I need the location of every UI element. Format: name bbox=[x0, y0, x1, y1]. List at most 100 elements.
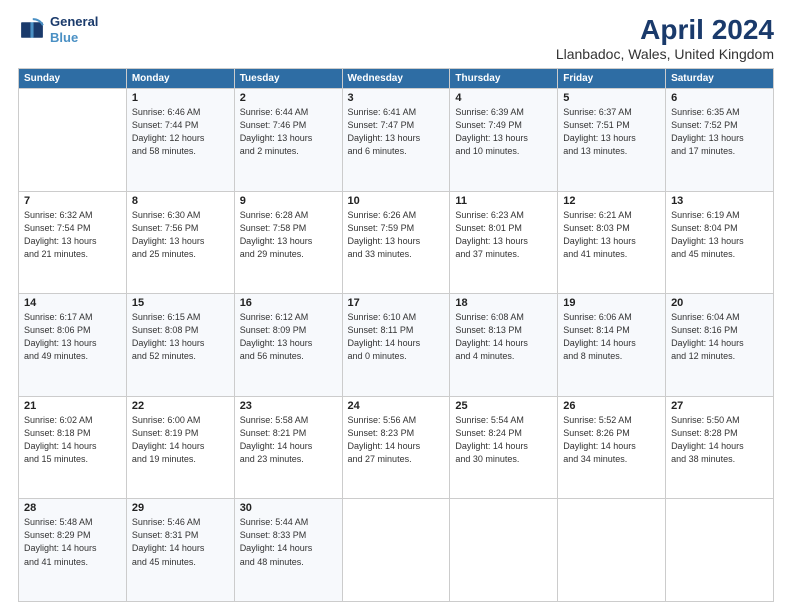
day-cell: 22 Sunrise: 6:00 AMSunset: 8:19 PMDayligh… bbox=[126, 396, 234, 499]
day-number: 19 bbox=[563, 297, 660, 309]
day-info: Sunrise: 6:23 AMSunset: 8:01 PMDaylight:… bbox=[455, 209, 552, 261]
day-cell: 24 Sunrise: 5:56 AMSunset: 8:23 PMDayligh… bbox=[342, 396, 450, 499]
day-info: Sunrise: 6:44 AMSunset: 7:46 PMDaylight:… bbox=[240, 106, 337, 158]
day-number: 21 bbox=[24, 400, 121, 412]
logo-icon bbox=[18, 16, 46, 44]
day-info: Sunrise: 6:26 AMSunset: 7:59 PMDaylight:… bbox=[348, 209, 445, 261]
main-title: April 2024 bbox=[556, 14, 774, 46]
day-info: Sunrise: 6:12 AMSunset: 8:09 PMDaylight:… bbox=[240, 311, 337, 363]
day-info: Sunrise: 6:41 AMSunset: 7:47 PMDaylight:… bbox=[348, 106, 445, 158]
day-info: Sunrise: 6:46 AMSunset: 7:44 PMDaylight:… bbox=[132, 106, 229, 158]
day-cell: 16Sunrise: 6:12 AMSunset: 8:09 PMDayligh… bbox=[234, 294, 342, 397]
day-cell: 19 Sunrise: 6:06 AMSunset: 8:14 PMDayligh… bbox=[558, 294, 666, 397]
day-cell: 10 Sunrise: 6:26 AMSunset: 7:59 PMDayligh… bbox=[342, 191, 450, 294]
week-row-3: 14 Sunrise: 6:17 AMSunset: 8:06 PMDayligh… bbox=[19, 294, 774, 397]
subtitle: Llanbadoc, Wales, United Kingdom bbox=[556, 46, 774, 62]
day-info: Sunrise: 6:30 AMSunset: 7:56 PMDaylight:… bbox=[132, 209, 229, 261]
day-cell: 5 Sunrise: 6:37 AMSunset: 7:51 PMDaylight… bbox=[558, 89, 666, 192]
day-cell: 1 Sunrise: 6:46 AMSunset: 7:44 PMDaylight… bbox=[126, 89, 234, 192]
day-cell: 4Sunrise: 6:39 AMSunset: 7:49 PMDaylight… bbox=[450, 89, 558, 192]
day-number: 28 bbox=[24, 502, 121, 514]
day-info: Sunrise: 6:35 AMSunset: 7:52 PMDaylight:… bbox=[671, 106, 768, 158]
day-number: 17 bbox=[348, 297, 445, 309]
day-cell bbox=[342, 499, 450, 602]
day-cell: 6 Sunrise: 6:35 AMSunset: 7:52 PMDaylight… bbox=[666, 89, 774, 192]
day-cell: 9 Sunrise: 6:28 AMSunset: 7:58 PMDaylight… bbox=[234, 191, 342, 294]
week-row-4: 21 Sunrise: 6:02 AMSunset: 8:18 PMDayligh… bbox=[19, 396, 774, 499]
day-cell: 8Sunrise: 6:30 AMSunset: 7:56 PMDaylight… bbox=[126, 191, 234, 294]
day-info: Sunrise: 5:54 AMSunset: 8:24 PMDaylight:… bbox=[455, 414, 552, 466]
day-number: 3 bbox=[348, 92, 445, 104]
day-number: 20 bbox=[671, 297, 768, 309]
logo-line1: General bbox=[50, 14, 98, 30]
day-number: 4 bbox=[455, 92, 552, 104]
day-number: 1 bbox=[132, 92, 229, 104]
day-cell: 26 Sunrise: 5:52 AMSunset: 8:26 PMDayligh… bbox=[558, 396, 666, 499]
day-number: 24 bbox=[348, 400, 445, 412]
day-info: Sunrise: 5:44 AMSunset: 8:33 PMDaylight:… bbox=[240, 516, 337, 568]
header-cell-sunday: Sunday bbox=[19, 69, 127, 89]
day-number: 6 bbox=[671, 92, 768, 104]
day-number: 26 bbox=[563, 400, 660, 412]
day-number: 2 bbox=[240, 92, 337, 104]
day-info: Sunrise: 6:19 AMSunset: 8:04 PMDaylight:… bbox=[671, 209, 768, 261]
title-block: April 2024 Llanbadoc, Wales, United King… bbox=[556, 14, 774, 62]
day-cell: 25 Sunrise: 5:54 AMSunset: 8:24 PMDayligh… bbox=[450, 396, 558, 499]
day-number: 14 bbox=[24, 297, 121, 309]
day-number: 18 bbox=[455, 297, 552, 309]
header: General Blue April 2024 Llanbadoc, Wales… bbox=[18, 14, 774, 62]
logo: General Blue bbox=[18, 14, 98, 45]
day-info: Sunrise: 5:52 AMSunset: 8:26 PMDaylight:… bbox=[563, 414, 660, 466]
day-info: Sunrise: 6:02 AMSunset: 8:18 PMDaylight:… bbox=[24, 414, 121, 466]
week-row-2: 7Sunrise: 6:32 AMSunset: 7:54 PMDaylight… bbox=[19, 191, 774, 294]
day-cell: 18 Sunrise: 6:08 AMSunset: 8:13 PMDayligh… bbox=[450, 294, 558, 397]
day-cell: 28 Sunrise: 5:48 AMSunset: 8:29 PMDayligh… bbox=[19, 499, 127, 602]
day-cell bbox=[450, 499, 558, 602]
day-info: Sunrise: 6:00 AMSunset: 8:19 PMDaylight:… bbox=[132, 414, 229, 466]
day-info: Sunrise: 6:37 AMSunset: 7:51 PMDaylight:… bbox=[563, 106, 660, 158]
day-cell: 3 Sunrise: 6:41 AMSunset: 7:47 PMDaylight… bbox=[342, 89, 450, 192]
page: General Blue April 2024 Llanbadoc, Wales… bbox=[0, 0, 792, 612]
day-info: Sunrise: 5:50 AMSunset: 8:28 PMDaylight:… bbox=[671, 414, 768, 466]
day-info: Sunrise: 6:06 AMSunset: 8:14 PMDaylight:… bbox=[563, 311, 660, 363]
day-cell: 23 Sunrise: 5:58 AMSunset: 8:21 PMDayligh… bbox=[234, 396, 342, 499]
day-number: 10 bbox=[348, 195, 445, 207]
day-number: 12 bbox=[563, 195, 660, 207]
calendar-table: SundayMondayTuesdayWednesdayThursdayFrid… bbox=[18, 68, 774, 602]
day-cell: 2 Sunrise: 6:44 AMSunset: 7:46 PMDaylight… bbox=[234, 89, 342, 192]
header-cell-thursday: Thursday bbox=[450, 69, 558, 89]
day-info: Sunrise: 6:04 AMSunset: 8:16 PMDaylight:… bbox=[671, 311, 768, 363]
day-cell: 27 Sunrise: 5:50 AMSunset: 8:28 PMDayligh… bbox=[666, 396, 774, 499]
header-cell-wednesday: Wednesday bbox=[342, 69, 450, 89]
day-info: Sunrise: 6:08 AMSunset: 8:13 PMDaylight:… bbox=[455, 311, 552, 363]
day-cell bbox=[666, 499, 774, 602]
day-number: 23 bbox=[240, 400, 337, 412]
day-info: Sunrise: 5:56 AMSunset: 8:23 PMDaylight:… bbox=[348, 414, 445, 466]
day-cell bbox=[19, 89, 127, 192]
week-row-1: 1 Sunrise: 6:46 AMSunset: 7:44 PMDaylight… bbox=[19, 89, 774, 192]
day-cell: 13Sunrise: 6:19 AMSunset: 8:04 PMDayligh… bbox=[666, 191, 774, 294]
day-info: Sunrise: 6:28 AMSunset: 7:58 PMDaylight:… bbox=[240, 209, 337, 261]
day-number: 11 bbox=[455, 195, 552, 207]
day-info: Sunrise: 6:10 AMSunset: 8:11 PMDaylight:… bbox=[348, 311, 445, 363]
day-cell: 20 Sunrise: 6:04 AMSunset: 8:16 PMDayligh… bbox=[666, 294, 774, 397]
logo-text: General Blue bbox=[50, 14, 98, 45]
header-cell-monday: Monday bbox=[126, 69, 234, 89]
day-cell: 30Sunrise: 5:44 AMSunset: 8:33 PMDayligh… bbox=[234, 499, 342, 602]
week-row-5: 28 Sunrise: 5:48 AMSunset: 8:29 PMDayligh… bbox=[19, 499, 774, 602]
day-info: Sunrise: 6:32 AMSunset: 7:54 PMDaylight:… bbox=[24, 209, 121, 261]
day-info: Sunrise: 5:58 AMSunset: 8:21 PMDaylight:… bbox=[240, 414, 337, 466]
day-number: 22 bbox=[132, 400, 229, 412]
logo-line2: Blue bbox=[50, 30, 78, 45]
day-number: 5 bbox=[563, 92, 660, 104]
day-number: 27 bbox=[671, 400, 768, 412]
day-info: Sunrise: 6:15 AMSunset: 8:08 PMDaylight:… bbox=[132, 311, 229, 363]
day-number: 15 bbox=[132, 297, 229, 309]
header-row: SundayMondayTuesdayWednesdayThursdayFrid… bbox=[19, 69, 774, 89]
header-cell-saturday: Saturday bbox=[666, 69, 774, 89]
day-info: Sunrise: 6:17 AMSunset: 8:06 PMDaylight:… bbox=[24, 311, 121, 363]
day-cell: 7Sunrise: 6:32 AMSunset: 7:54 PMDaylight… bbox=[19, 191, 127, 294]
day-info: Sunrise: 5:48 AMSunset: 8:29 PMDaylight:… bbox=[24, 516, 121, 568]
day-number: 9 bbox=[240, 195, 337, 207]
day-number: 25 bbox=[455, 400, 552, 412]
